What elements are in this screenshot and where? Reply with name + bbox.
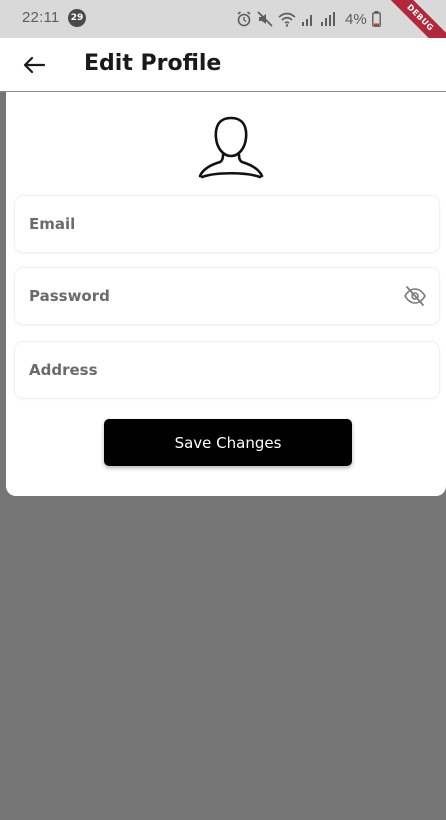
- eye-off-icon: [404, 286, 426, 306]
- wifi-icon: [278, 12, 296, 27]
- signal-icon: [302, 15, 312, 26]
- alarm-icon: [237, 11, 251, 27]
- password-input[interactable]: [15, 268, 439, 324]
- battery-icon: [371, 11, 381, 27]
- page-title: Edit Profile: [84, 51, 222, 76]
- password-field-container: [15, 268, 439, 324]
- mute-icon: [257, 11, 273, 27]
- address-field-container: [15, 342, 439, 398]
- arrow-left-icon: [23, 56, 46, 74]
- user-outline-icon[interactable]: [196, 114, 266, 180]
- battery-level: 4%: [345, 10, 367, 28]
- edit-profile-sheet: Save Changes: [6, 92, 446, 496]
- email-input[interactable]: [15, 196, 439, 252]
- signal-icon-2: [321, 12, 335, 26]
- save-changes-button[interactable]: Save Changes: [104, 419, 352, 466]
- status-bar: 22:11 29 4% DEBUG: [0, 0, 446, 64]
- notification-badge: 29: [68, 9, 86, 27]
- address-input[interactable]: [15, 342, 439, 398]
- status-icons: 4%: [236, 10, 381, 28]
- password-visibility-toggle[interactable]: [403, 285, 427, 307]
- back-button[interactable]: [20, 51, 48, 79]
- status-time: 22:11: [22, 9, 60, 26]
- app-bar: Edit Profile: [0, 38, 446, 92]
- email-field-container: [15, 196, 439, 252]
